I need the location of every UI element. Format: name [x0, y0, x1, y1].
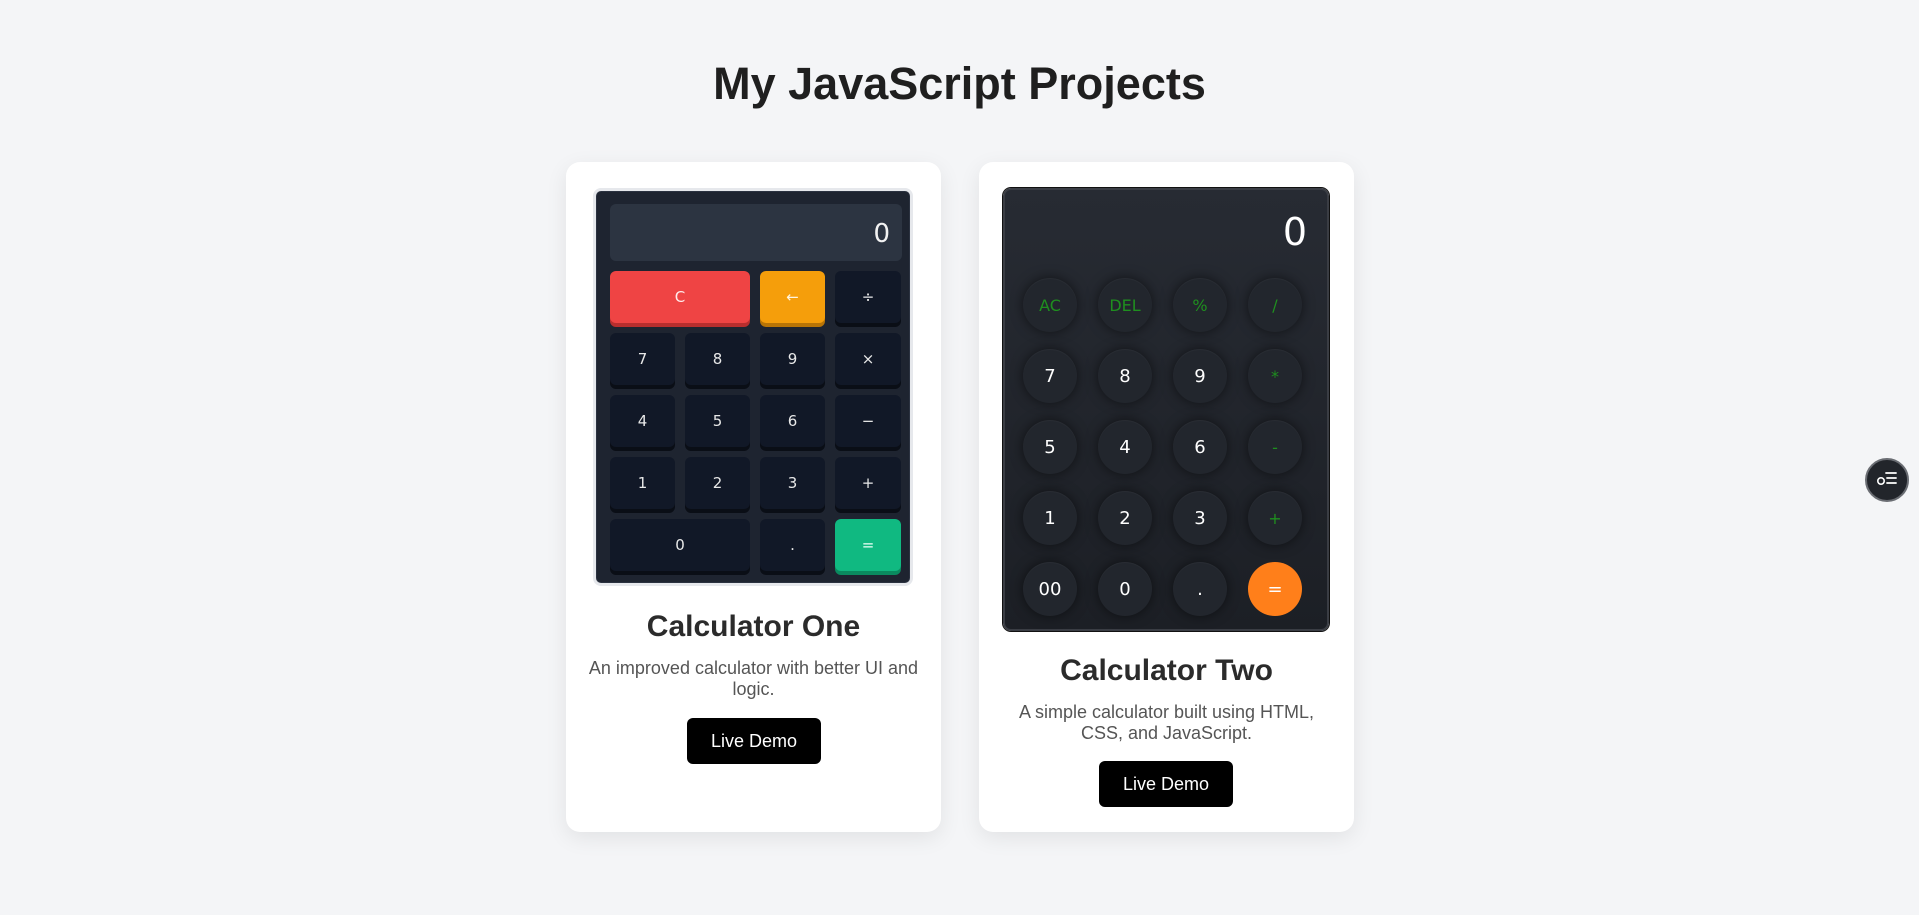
- multiply-key[interactable]: ×: [835, 333, 901, 385]
- key-3[interactable]: 3: [1173, 491, 1227, 545]
- key-0[interactable]: 0: [610, 519, 750, 571]
- decimal-key[interactable]: .: [1173, 562, 1227, 616]
- key-6[interactable]: 6: [1173, 420, 1227, 474]
- subtract-key[interactable]: -: [1248, 420, 1302, 474]
- project-title: Calculator Two: [1060, 654, 1273, 687]
- add-key[interactable]: +: [835, 457, 901, 509]
- live-demo-button[interactable]: Live Demo: [687, 718, 821, 764]
- key-8[interactable]: 8: [685, 333, 750, 385]
- key-9[interactable]: 9: [1173, 349, 1227, 403]
- project-card-calculator-two: 0 AC DEL % / 7 8 9 * 5 4 6 - 1 2 3 + 00 …: [979, 162, 1354, 832]
- key-9[interactable]: 9: [760, 333, 825, 385]
- key-7[interactable]: 7: [1023, 349, 1077, 403]
- key-0[interactable]: 0: [1098, 562, 1152, 616]
- key-7[interactable]: 7: [610, 333, 675, 385]
- equals-key[interactable]: =: [1248, 562, 1302, 616]
- add-key[interactable]: +: [1248, 491, 1302, 545]
- clear-key[interactable]: C: [610, 271, 750, 323]
- page-title: My JavaScript Projects: [713, 58, 1206, 109]
- delete-key[interactable]: DEL: [1098, 278, 1152, 332]
- backspace-key[interactable]: ←: [760, 271, 825, 323]
- subtract-key[interactable]: −: [835, 395, 901, 447]
- settings-list-icon: [1876, 469, 1898, 492]
- key-2[interactable]: 2: [685, 457, 750, 509]
- key-00[interactable]: 00: [1023, 562, 1077, 616]
- project-description: A simple calculator built using HTML, CS…: [1018, 702, 1315, 743]
- project-description: An improved calculator with better UI an…: [588, 658, 919, 699]
- calculator-one-preview: 0 C ← ÷ 7 8 9 × 4 5 6 − 1 2 3 + 0 . =: [593, 188, 913, 586]
- calculator-display: 0: [1282, 210, 1307, 254]
- divide-key[interactable]: /: [1248, 278, 1302, 332]
- equals-key[interactable]: =: [835, 519, 901, 571]
- project-title: Calculator One: [646, 610, 861, 643]
- key-6[interactable]: 6: [760, 395, 825, 447]
- key-1[interactable]: 1: [610, 457, 675, 509]
- key-5[interactable]: 5: [685, 395, 750, 447]
- key-1[interactable]: 1: [1023, 491, 1077, 545]
- divide-key[interactable]: ÷: [835, 271, 901, 323]
- live-demo-button[interactable]: Live Demo: [1099, 761, 1233, 807]
- side-floating-button[interactable]: [1865, 458, 1909, 502]
- project-card-calculator-one: 0 C ← ÷ 7 8 9 × 4 5 6 − 1 2 3 + 0 . = Ca…: [566, 162, 941, 832]
- decimal-key[interactable]: .: [760, 519, 825, 571]
- key-3[interactable]: 3: [760, 457, 825, 509]
- calculator-display: 0: [610, 204, 902, 261]
- key-8[interactable]: 8: [1098, 349, 1152, 403]
- key-5[interactable]: 5: [1023, 420, 1077, 474]
- calculator-two-preview: 0 AC DEL % / 7 8 9 * 5 4 6 - 1 2 3 + 00 …: [1003, 188, 1329, 631]
- key-4[interactable]: 4: [610, 395, 675, 447]
- key-2[interactable]: 2: [1098, 491, 1152, 545]
- key-4[interactable]: 4: [1098, 420, 1152, 474]
- all-clear-key[interactable]: AC: [1023, 278, 1077, 332]
- percent-key[interactable]: %: [1173, 278, 1227, 332]
- multiply-key[interactable]: *: [1248, 349, 1302, 403]
